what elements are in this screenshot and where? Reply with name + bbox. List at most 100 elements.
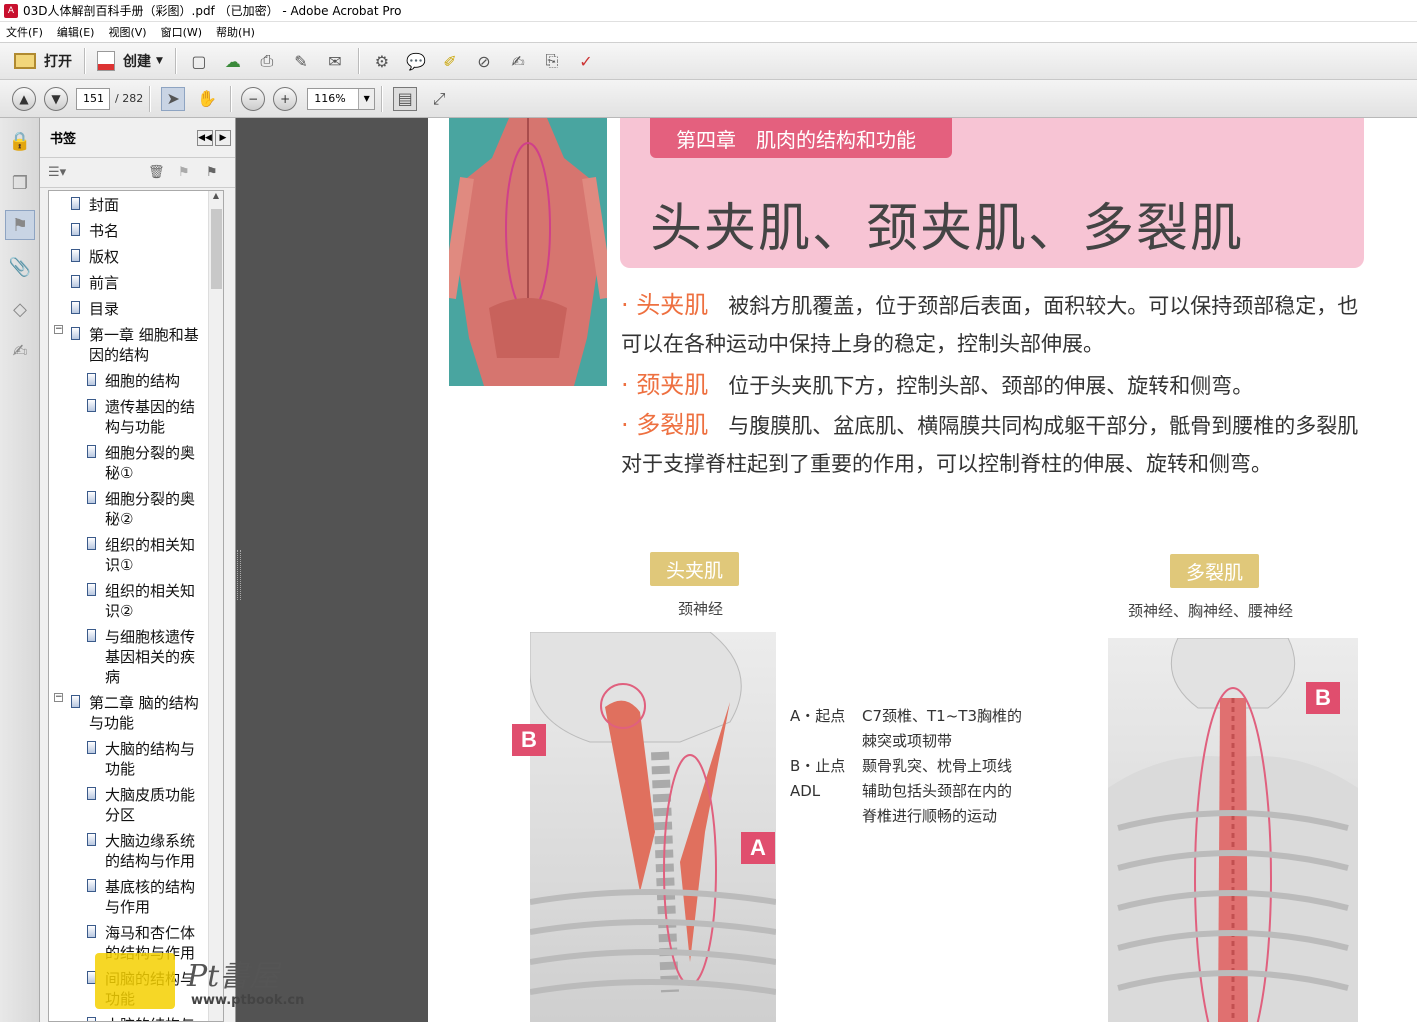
scroll-thumb[interactable] xyxy=(211,209,222,289)
options-menu-icon[interactable]: ☰▾ xyxy=(48,165,66,180)
bookmark-label: 细胞分裂的奥秘② xyxy=(105,490,196,528)
delete-bookmark-icon[interactable]: 🗑 xyxy=(148,165,165,180)
bookmark-item[interactable]: 遗传基因的结构与功能 xyxy=(49,393,223,439)
previous-page-button[interactable]: ▲ xyxy=(12,86,36,111)
gear-icon[interactable]: ⚙ xyxy=(370,49,394,73)
paragraph-splenius-capitis: · 头夹肌 被斜方肌覆盖，位于颈部后表面，面积较大。可以保持颈部稳定，也可以在各… xyxy=(621,291,1359,356)
page-title: 头夹肌、颈夹肌、多裂肌 xyxy=(650,199,1245,259)
panel-splitter[interactable] xyxy=(237,550,241,600)
bookmark-icon xyxy=(87,1017,96,1021)
bookmark-item[interactable]: 目录 xyxy=(49,295,223,321)
bookmark-item[interactable]: 细胞分裂的奥秘① xyxy=(49,439,223,485)
expand-panel-icon[interactable]: ▶ xyxy=(215,130,231,146)
bookmark-icon xyxy=(71,223,80,236)
menu-file[interactable]: 文件(F) xyxy=(6,24,43,40)
page-total: / 282 xyxy=(115,92,144,105)
bookmark-label: 大脑皮质功能分区 xyxy=(105,786,196,824)
next-page-button[interactable]: ▼ xyxy=(44,86,68,111)
bookmark-icon xyxy=(87,833,96,846)
bookmark-tools: ☰▾ 🗑 ⚑ ⚑ xyxy=(40,158,235,188)
bookmark-icon xyxy=(87,537,96,550)
bookmark-item[interactable]: 大脑边缘系统的结构与作用 xyxy=(49,827,223,873)
chevron-down-icon: ▼ xyxy=(358,88,375,109)
hand-tool-icon[interactable]: ✋ xyxy=(195,87,219,111)
panel-header: 书签 ◀◀ ▶ xyxy=(40,118,235,158)
review-document-icon[interactable]: ⎘ xyxy=(540,49,564,73)
bookmark-item[interactable]: 封面 xyxy=(49,191,223,217)
marker-a: A xyxy=(741,832,775,864)
bookmark-label: 书名 xyxy=(89,222,120,240)
bookmark-item[interactable]: 版权 xyxy=(49,243,223,269)
secure-document-icon[interactable]: ⊘ xyxy=(472,49,496,73)
neck-muscle-illustration xyxy=(530,632,776,1022)
layers-icon[interactable]: ◇ xyxy=(5,294,35,324)
menu-edit[interactable]: 编辑(E) xyxy=(57,24,95,40)
bookmark-label: 大脑的结构与功能 xyxy=(105,740,196,778)
window-title: 03D人体解剖百科手册（彩图）.pdf （已加密） - Adobe Acroba… xyxy=(23,4,402,18)
menu-help[interactable]: 帮助(H) xyxy=(216,24,255,40)
bookmark-item[interactable]: 大脑的结构与功能 xyxy=(49,735,223,781)
bookmark-item[interactable]: 书名 xyxy=(49,217,223,243)
bookmark-icon xyxy=(71,301,80,314)
watermark-text: Pt書屋 xyxy=(187,959,280,994)
paragraph-multifidus: · 多裂肌 与腹膜肌、盆底肌、横隔膜共同构成躯干部分，骶骨到腰椎的多裂肌对于支撑… xyxy=(621,411,1359,476)
pages-icon[interactable]: ❐ xyxy=(5,168,35,198)
bookmark-properties-icon[interactable]: ⚑ xyxy=(206,165,218,180)
signature-icon[interactable]: ✍ xyxy=(5,336,35,366)
save-icon[interactable]: ▢ xyxy=(187,49,211,73)
bookmark-icon xyxy=(71,249,80,262)
select-tool-icon[interactable]: ➤ xyxy=(161,86,186,111)
panel-title: 书签 xyxy=(50,132,77,147)
bookmark-icon xyxy=(87,491,96,504)
chevron-down-icon: ▼ xyxy=(156,56,163,66)
menu-view[interactable]: 视图(V) xyxy=(108,24,146,40)
email-icon[interactable]: ✉ xyxy=(323,49,347,73)
chapter-tab: 第四章 肌肉的结构和功能 xyxy=(650,118,952,158)
bookmarks-icon[interactable]: ⚑ xyxy=(5,210,35,240)
bookmark-item[interactable]: 组织的相关知识① xyxy=(49,531,223,577)
bookmark-item[interactable]: 大脑皮质功能分区 xyxy=(49,781,223,827)
bookmark-label: 遗传基因的结构与功能 xyxy=(105,398,196,436)
attachment-icon[interactable]: 📎 xyxy=(5,252,35,282)
menu-window[interactable]: 窗口(W) xyxy=(161,24,202,40)
bookmark-icon xyxy=(87,879,96,892)
bookmark-icon xyxy=(87,583,96,596)
bookmark-item[interactable]: 前言 xyxy=(49,269,223,295)
zoom-in-button[interactable]: + xyxy=(273,86,298,111)
cloud-upload-icon[interactable]: ☁ xyxy=(221,49,245,73)
fit-page-icon[interactable]: ▤ xyxy=(393,86,418,111)
forms-icon[interactable]: ✓ xyxy=(574,49,598,73)
new-bookmark-icon[interactable]: ⚑ xyxy=(178,165,190,180)
bookmark-icon xyxy=(87,787,96,800)
bookmark-label: 组织的相关知识① xyxy=(105,536,196,574)
bookmark-item[interactable]: 与细胞核遗传基因相关的疾病 xyxy=(49,623,223,689)
collapse-toggle-icon[interactable]: − xyxy=(54,693,63,702)
page-number-input[interactable]: 151 xyxy=(76,87,110,110)
collapse-toggle-icon[interactable]: − xyxy=(54,325,63,334)
collapse-panel-icon[interactable]: ◀◀ xyxy=(197,130,213,146)
comment-icon[interactable]: 💬 xyxy=(404,49,428,73)
bookmark-item[interactable]: 组织的相关知识② xyxy=(49,577,223,623)
bookmark-item[interactable]: 细胞分裂的奥秘② xyxy=(49,485,223,531)
lock-icon[interactable]: 🔒 xyxy=(5,126,35,156)
bookmark-icon xyxy=(87,445,96,458)
bookmark-scrollbar[interactable]: ▲ xyxy=(208,191,223,1021)
back-muscle-figure xyxy=(449,118,607,386)
zoom-level-select[interactable]: 116% ▼ xyxy=(307,87,376,110)
bookmark-item[interactable]: 基底核的结构与作用 xyxy=(49,873,223,919)
fit-width-icon[interactable]: ⤢ xyxy=(427,87,451,111)
print-icon[interactable]: ⎙ xyxy=(255,49,279,73)
bookmark-item[interactable]: 细胞的结构 xyxy=(49,367,223,393)
edit-document-icon[interactable]: ✎ xyxy=(289,49,313,73)
open-button[interactable]: 打开 xyxy=(8,46,78,76)
bookmark-item[interactable]: − 第一章 细胞和基因的结构 xyxy=(49,321,223,367)
bookmark-item[interactable]: − 第二章 脑的结构与功能 xyxy=(49,689,223,735)
create-button[interactable]: 创建 ▼ xyxy=(91,46,169,76)
bookmark-label: 组织的相关知识② xyxy=(105,582,196,620)
zoom-out-button[interactable]: − xyxy=(241,86,266,111)
sign-document-icon[interactable]: ✍ xyxy=(506,49,530,73)
marker-b-right: B xyxy=(1306,682,1340,714)
bookmark-label: 细胞的结构 xyxy=(105,372,181,390)
highlight-icon[interactable]: ✐ xyxy=(438,49,462,73)
bookmark-icon xyxy=(87,925,96,938)
